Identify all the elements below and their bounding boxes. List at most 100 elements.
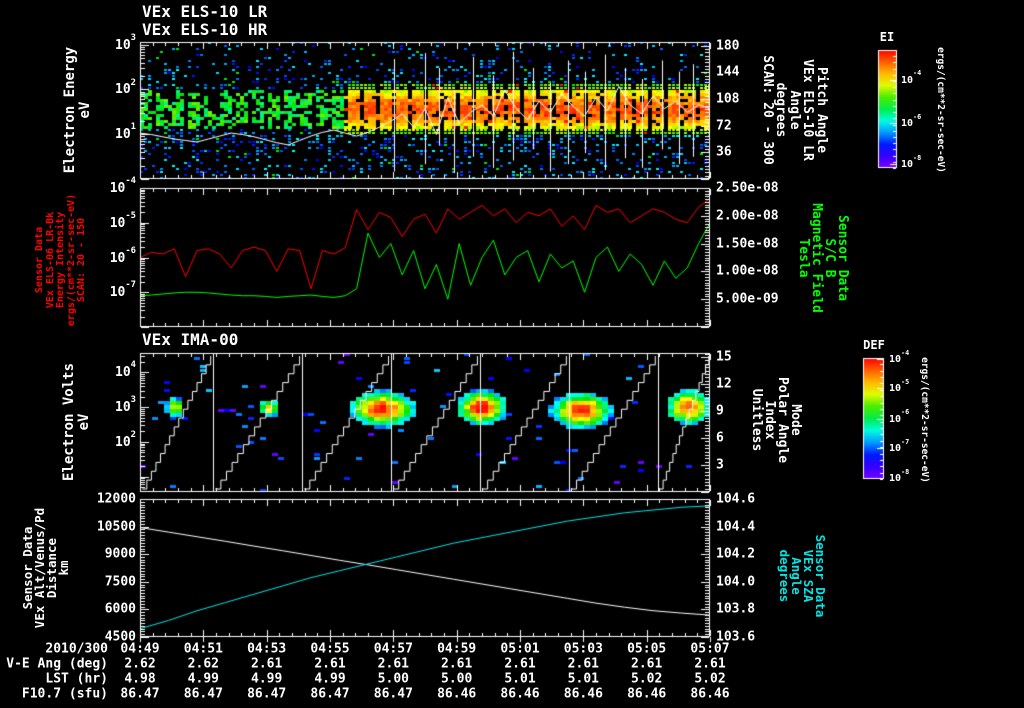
y-tick-label: 7500 bbox=[104, 574, 136, 590]
mode-tick-label: 15 bbox=[716, 349, 732, 365]
panel1-left-axis-label-line: Electron Energy bbox=[62, 46, 78, 174]
time-tick-label: 04:55 bbox=[310, 641, 350, 657]
panel2-left-axis-label-line: Energy Intensity bbox=[54, 211, 66, 309]
panel1-right-axis-label-line: Pitch Angle bbox=[813, 66, 829, 154]
y-tick-label: 104 bbox=[115, 360, 136, 381]
table-cell: 5.00 bbox=[377, 671, 409, 687]
table-cell: 2.61 bbox=[694, 656, 726, 672]
panel1-title-line1: VEx ELS-10 LR bbox=[142, 2, 268, 21]
colorbar-tick-label: 10-8 bbox=[889, 467, 910, 484]
sza-tick-label: 103.8 bbox=[716, 601, 756, 617]
table-row-label-lst: LST (hr) bbox=[45, 671, 108, 687]
panel3-left-axis-label-line: eV bbox=[76, 413, 92, 431]
panel3-right-axis-label-line: Unitless bbox=[749, 388, 764, 452]
table-row-label-f107: F10.7 (sfu) bbox=[21, 686, 108, 702]
pitch-tick-label: 36 bbox=[716, 144, 732, 160]
y-tick-label: 10-7 bbox=[109, 280, 136, 301]
colorbar-tick-label: 10-7 bbox=[889, 437, 910, 455]
bfield-tick-label: 2.50e-08 bbox=[716, 180, 779, 196]
panel4-left-axis-label: Sensor Data VEx Alt/Venus/Pd Distance km bbox=[20, 508, 71, 628]
panel1-right-axis-label-line: VEx ELS-10 LR bbox=[800, 59, 816, 161]
table-cell: 5.00 bbox=[441, 671, 473, 687]
pitch-tick-label: 72 bbox=[716, 118, 732, 134]
y-tick-label: 102 bbox=[115, 77, 136, 98]
table-cell: 86.46 bbox=[690, 686, 730, 702]
y-tick-label: 10-6 bbox=[109, 245, 136, 266]
table-cell: 4.99 bbox=[187, 671, 219, 687]
colorbar-ei-unit: ergs/(cm**2-sr-sec-eV) bbox=[935, 47, 946, 173]
table-row-label-veang: V-E Ang (deg) bbox=[6, 656, 108, 672]
table-cell: 2.61 bbox=[314, 656, 346, 672]
table-cell: 86.47 bbox=[120, 686, 160, 702]
time-tick-label: 05:05 bbox=[627, 641, 667, 657]
bfield-tick-label: 1.50e-08 bbox=[716, 236, 779, 252]
table-cell: 2.61 bbox=[567, 656, 599, 672]
panel2-left-axis-label: Sensor Data VEx ELS-06 LR-Bk Energy Intens… bbox=[33, 194, 88, 326]
panel2-right-axis-label: Sensor Data S/C B Magnetic Field Tesla bbox=[796, 203, 850, 313]
plot-canvas bbox=[0, 0, 1024, 708]
panel2-left-axis-label-line: SCAN: 20 - 150 bbox=[75, 217, 87, 303]
bfield-tick-label: 1.00e-08 bbox=[716, 263, 779, 279]
time-tick-label: 05:01 bbox=[500, 641, 540, 657]
bfield-tick-label: 5.00e-09 bbox=[716, 291, 779, 307]
table-cell: 4.98 bbox=[124, 671, 156, 687]
time-tick-label: 04:59 bbox=[437, 641, 477, 657]
table-cell: 86.47 bbox=[373, 686, 413, 702]
panel1-title-line2: VEx ELS-10 HR bbox=[142, 20, 268, 39]
table-cell: 86.46 bbox=[500, 686, 540, 702]
table-cell: 4.99 bbox=[314, 671, 346, 687]
table-cell: 2.62 bbox=[187, 656, 219, 672]
time-tick-label: 05:07 bbox=[690, 641, 730, 657]
panel4-right-axis-label-line: degrees bbox=[777, 549, 792, 603]
colorbar-tick-label: 10-8 bbox=[901, 154, 922, 171]
sza-tick-label: 104.4 bbox=[716, 519, 756, 535]
sza-tick-label: 104.6 bbox=[716, 491, 756, 507]
colorbar-tick-label: 10-4 bbox=[901, 69, 922, 86]
mode-tick-label: 9 bbox=[716, 403, 724, 419]
y-tick-label: 101 bbox=[115, 122, 136, 143]
panel1-right-axis-label-line: SCAN: 20 - 300 bbox=[759, 55, 775, 165]
mode-tick-label: 6 bbox=[716, 430, 724, 446]
panel1-right-axis-label-line: degrees bbox=[773, 82, 789, 138]
colorbar-def-title: DEF bbox=[863, 338, 885, 352]
table-cell: 2.61 bbox=[631, 656, 663, 672]
tplot-screen: VEx ELS-10 LR VEx ELS-10 HR VEx IMA-00 E… bbox=[0, 0, 1024, 708]
table-cell: 2.61 bbox=[441, 656, 473, 672]
table-cell: 2.61 bbox=[504, 656, 536, 672]
colorbar-tick-label: 10-6 bbox=[901, 112, 922, 130]
pitch-tick-label: 144 bbox=[716, 64, 740, 80]
table-cell: 2.61 bbox=[377, 656, 409, 672]
colorbar-tick-label: 10-4 bbox=[889, 348, 910, 366]
panel2-right-axis-label-line: Sensor Data bbox=[835, 214, 850, 302]
colorbar-tick-label: 10-6 bbox=[889, 408, 910, 425]
y-tick-label: 10-4 bbox=[109, 175, 136, 197]
panel4-right-axis-label: Sensor Data VEx SZA Angle degrees bbox=[777, 535, 828, 618]
time-tick-label: 04:53 bbox=[247, 641, 287, 657]
colorbar-def-unit: ergs/(cm**2-sr-sec-eV) bbox=[919, 357, 930, 483]
bfield-tick-label: 2.00e-08 bbox=[716, 208, 779, 224]
colorbar-ei-unit-line: ergs/(cm**2-sr-sec-eV) bbox=[935, 47, 946, 173]
table-cell: 4.99 bbox=[251, 671, 283, 687]
y-tick-label: 10-5 bbox=[109, 210, 136, 231]
table-cell: 5.02 bbox=[694, 671, 726, 687]
pitch-tick-label: 108 bbox=[716, 91, 740, 107]
panel3-left-axis-label-line: Electron Volts bbox=[61, 362, 77, 482]
table-cell: 2.62 bbox=[124, 656, 156, 672]
table-cell: 5.01 bbox=[567, 671, 599, 687]
table-cell: 86.46 bbox=[437, 686, 477, 702]
panel4-left-axis-label-line: km bbox=[56, 560, 71, 576]
colorbar-def-unit-line: ergs/(cm**2-sr-sec-eV) bbox=[919, 357, 930, 483]
y-tick-label: 12000 bbox=[96, 491, 136, 507]
panel3-right-axis-label-line: Mode bbox=[788, 404, 803, 436]
y-tick-label: 9000 bbox=[104, 546, 136, 562]
colorbar-tick-label: 10-5 bbox=[889, 378, 910, 395]
panel1-right-axis-label-line: Angle bbox=[786, 90, 802, 130]
table-cell: 2.61 bbox=[251, 656, 283, 672]
time-tick-label: 04:49 bbox=[120, 641, 160, 657]
panel2-left-axis-label-line: Sensor Data bbox=[33, 226, 45, 294]
mode-tick-label: 3 bbox=[716, 457, 724, 473]
panel3-title: VEx IMA-00 bbox=[142, 330, 239, 349]
table-cell: 86.47 bbox=[310, 686, 350, 702]
time-tick-label: 04:51 bbox=[183, 641, 223, 657]
y-tick-label: 103 bbox=[115, 395, 136, 416]
